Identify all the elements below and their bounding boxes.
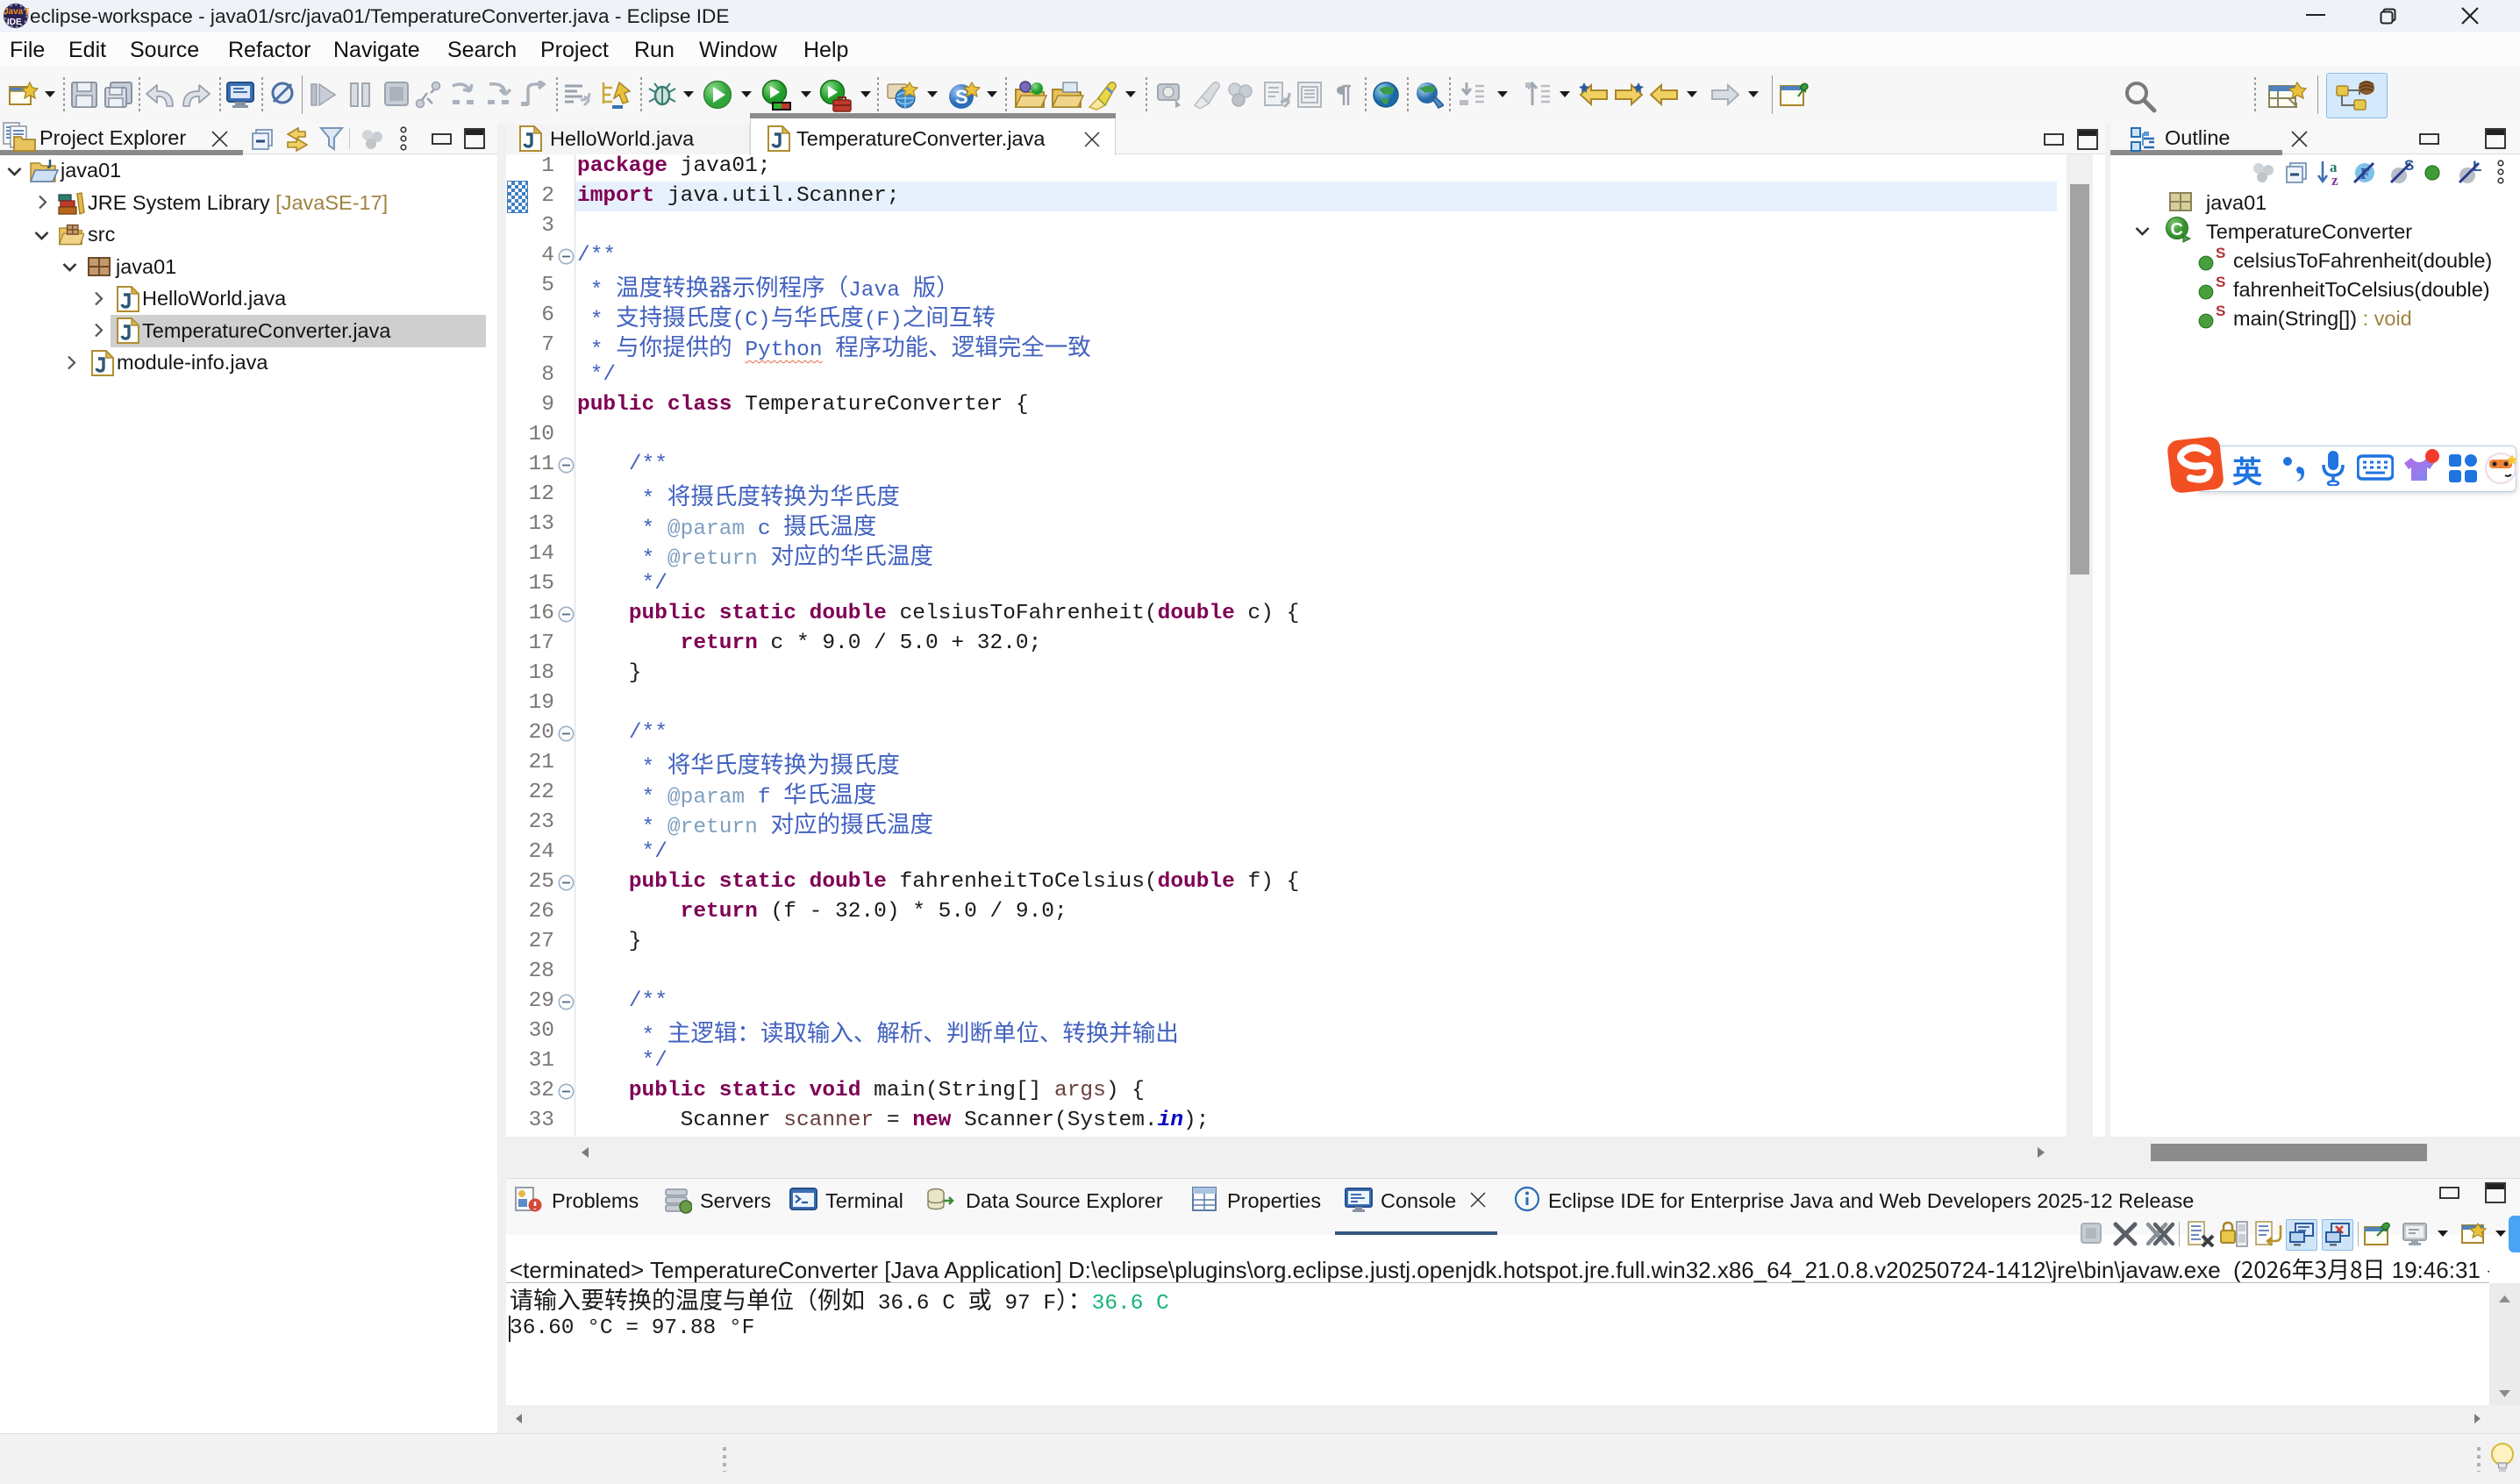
svg-text:C: C [2171, 220, 2183, 239]
svg-text:Java EE: Java EE [4, 7, 29, 17]
svg-text:IDE: IDE [7, 18, 22, 27]
svg-text:S: S [2216, 303, 2225, 319]
svg-text:S: S [2216, 245, 2225, 261]
svg-text:S: S [2216, 274, 2225, 290]
svg-text:z: z [2331, 172, 2338, 186]
